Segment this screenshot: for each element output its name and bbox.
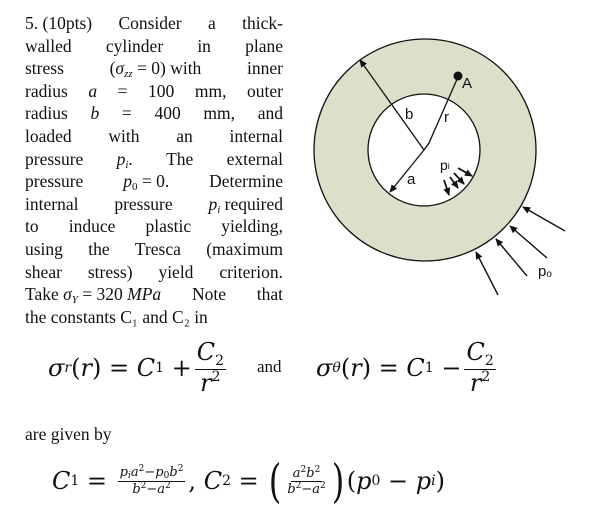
po-arrow [522, 206, 566, 232]
label-r: r [444, 109, 449, 126]
po-arrow [475, 251, 499, 296]
constants-equation: C1 = pia2−p0b2 b2−a2 , C2 = ( a2b2 b2−a2… [52, 454, 446, 508]
and-connector: and [257, 357, 282, 377]
c2-over-r2: C2 r2 [464, 338, 496, 397]
label-po: po [538, 263, 552, 280]
c1-fraction: pia2−p0b2 b2−a2 [117, 463, 186, 498]
c2-fraction: a2b2 b2−a2 [287, 464, 326, 497]
and-text: and [257, 357, 282, 376]
cylinder-diagram: b r A a pi po [313, 38, 566, 296]
given-by-text: are given by [25, 424, 112, 444]
po-arrow [509, 225, 548, 259]
label-b: b [405, 106, 413, 123]
sigma-theta-equation: σ θ(r) = C1 − C2 r2 [316, 338, 496, 397]
label-A: A [462, 75, 472, 92]
label-a: a [407, 171, 416, 188]
po-arrow [495, 238, 528, 277]
c2-over-r2: C2 r2 [194, 338, 227, 397]
sigma-r-equation: σ r(r) = C1 + C2 r2 [48, 338, 227, 397]
